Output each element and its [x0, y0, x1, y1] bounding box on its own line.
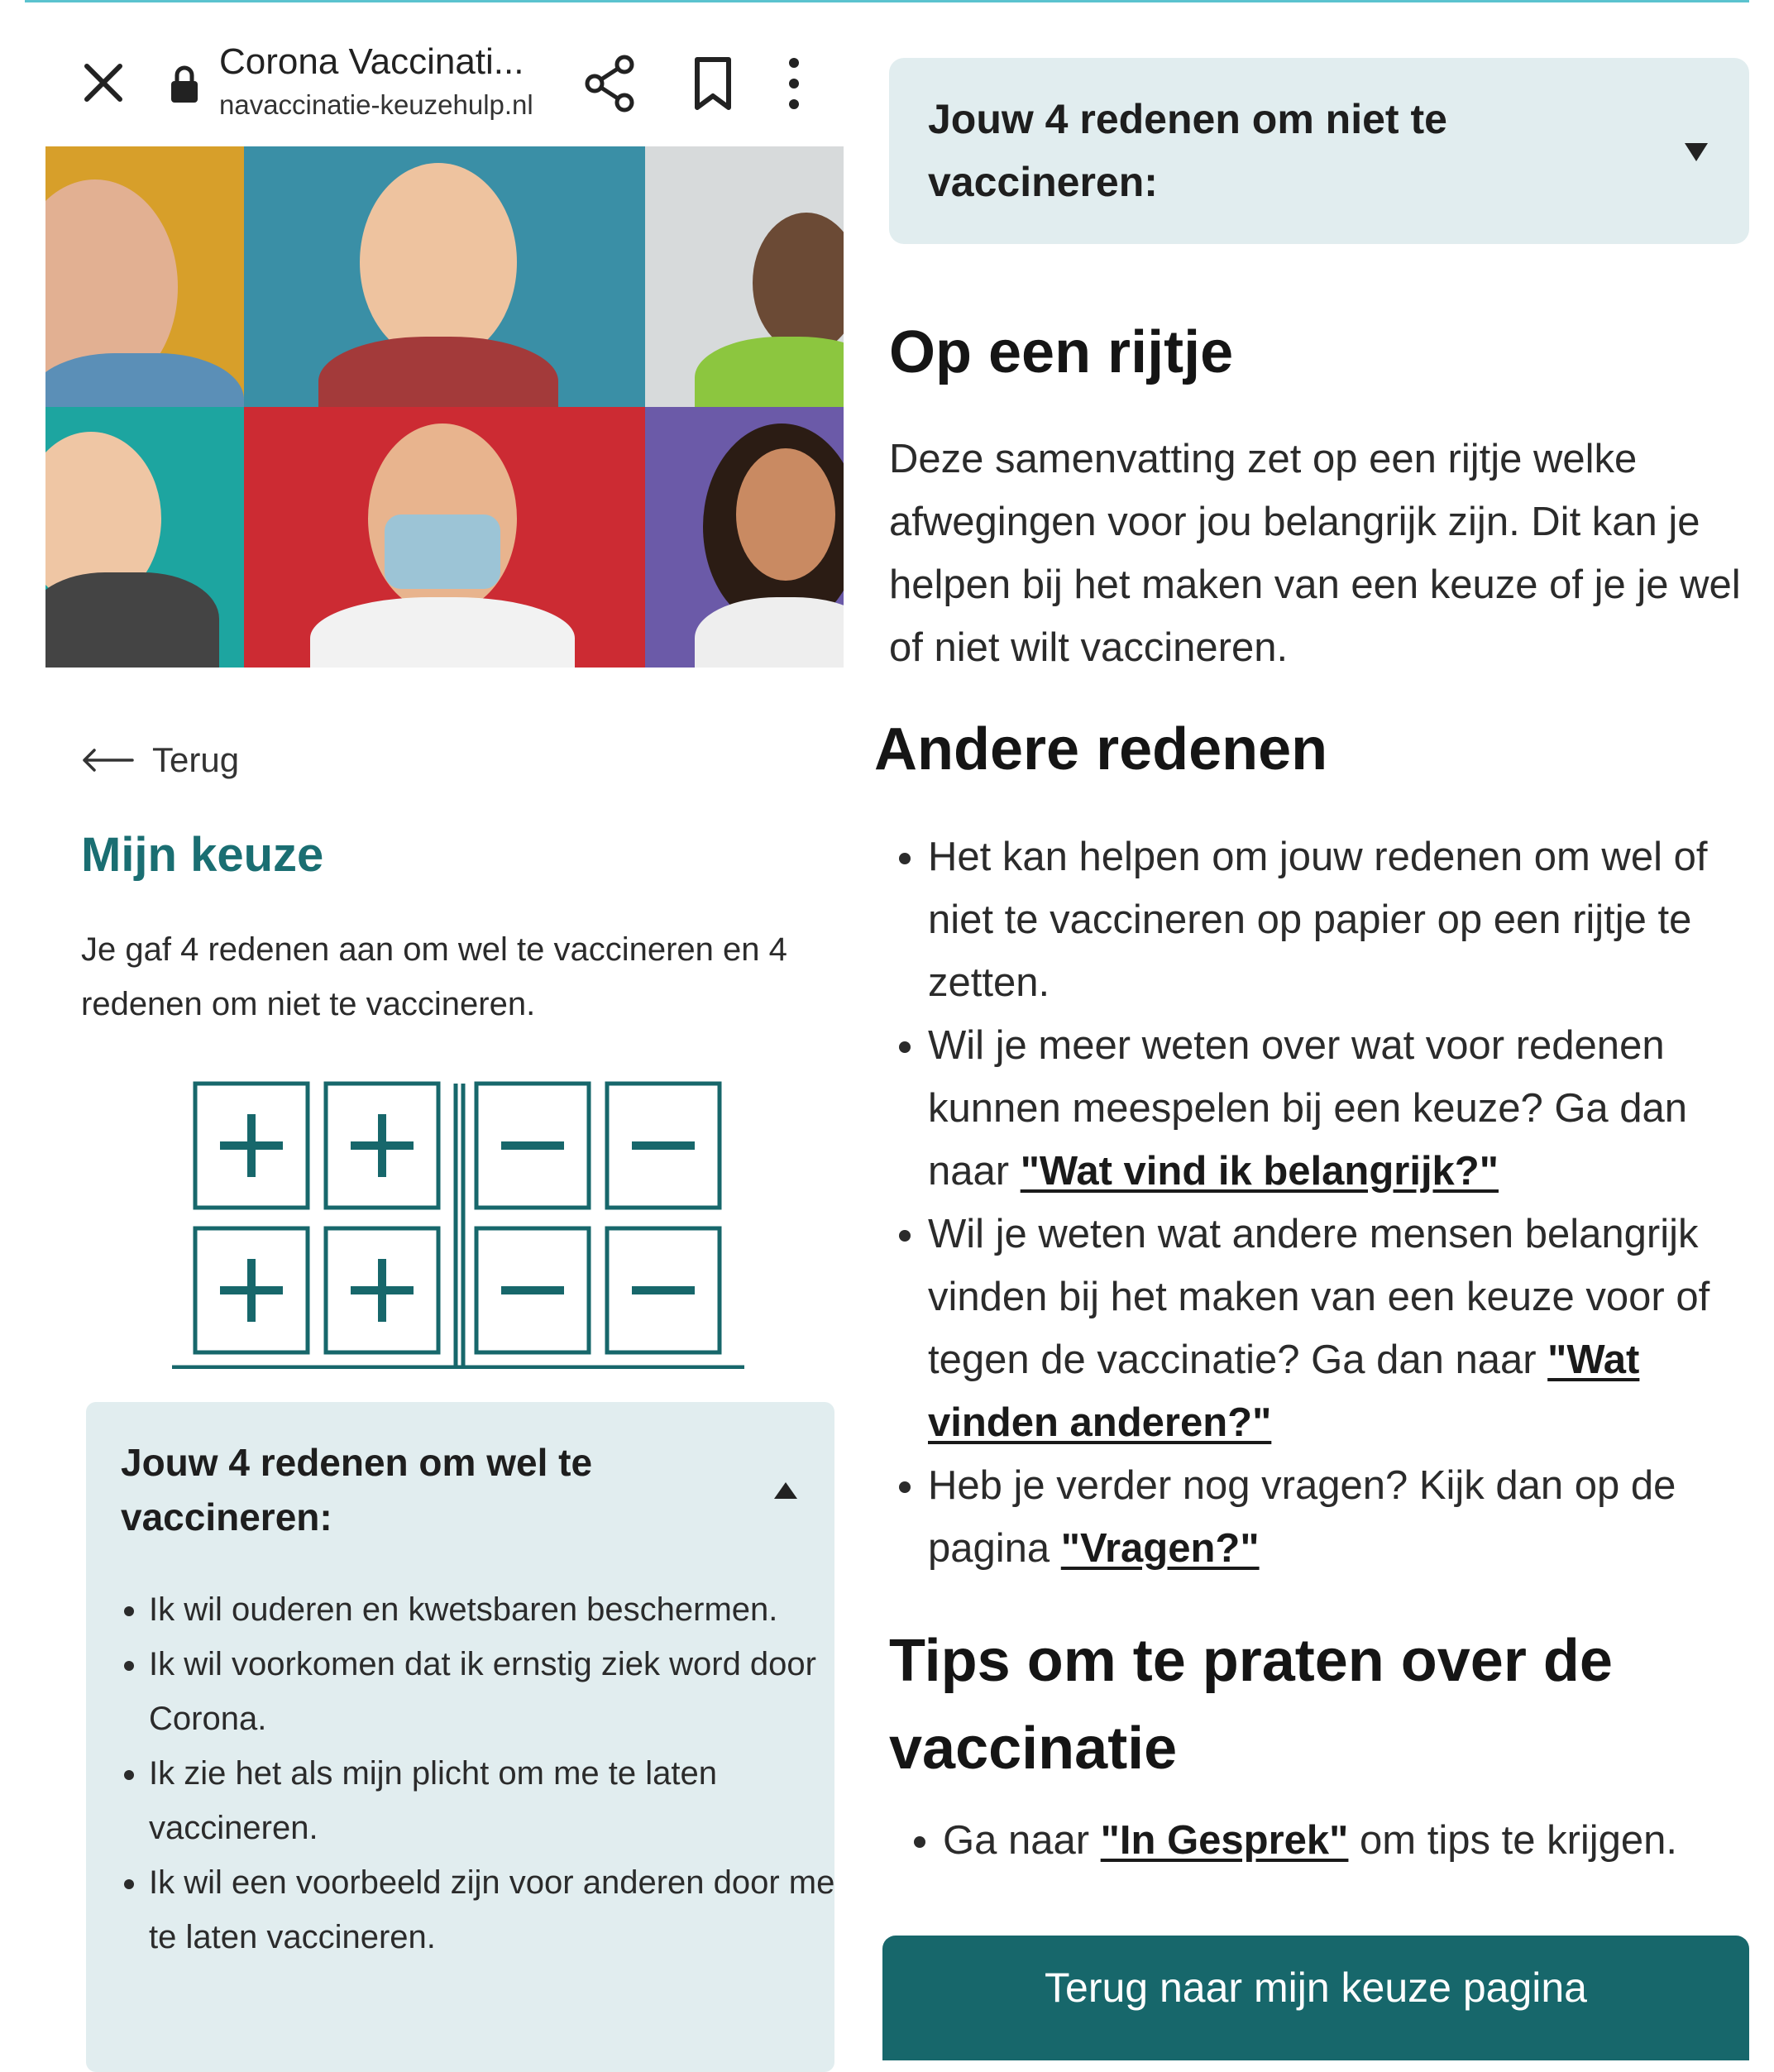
- lock-icon: [171, 65, 198, 103]
- photo-tile: [244, 407, 645, 668]
- intro-text: Je gaf 4 redenen aan om wel te vaccinere…: [81, 931, 787, 1022]
- list-item: Ik wil voorkomen dat ik ernstig ziek wor…: [149, 1637, 835, 1746]
- list-item: Het kan helpen om jouw redenen om wel of…: [928, 825, 1755, 1014]
- link-in-gesprek[interactable]: "In Gesprek": [1101, 1818, 1349, 1863]
- list-item-text: Het kan helpen om jouw redenen om wel of…: [928, 835, 1708, 1005]
- list-item: Ik wil een voorbeeld zijn voor anderen d…: [149, 1855, 835, 1964]
- summary-heading: Op een rijtje: [889, 319, 1234, 385]
- back-to-choice-button[interactable]: Terug naar mijn keuze pagina: [882, 1936, 1749, 2060]
- list-item: Ik wil ouderen en kwetsbaren beschermen.: [149, 1582, 835, 1637]
- page-title: Corona Vaccinati...: [219, 41, 524, 82]
- other-reasons-list: Het kan helpen om jouw redenen om wel of…: [889, 825, 1755, 1580]
- top-accent-line: [25, 0, 1749, 2]
- link-vragen[interactable]: "Vragen?": [1061, 1526, 1260, 1571]
- close-icon[interactable]: [79, 58, 128, 108]
- browser-toolbar: Corona Vaccinati... navaccinatie-keuzehu…: [45, 41, 839, 141]
- more-vert-icon[interactable]: [786, 55, 802, 112]
- photo-tile: [645, 146, 844, 407]
- tips-heading: Tips om te praten over de vaccinatie: [889, 1628, 1613, 1782]
- caret-up-icon[interactable]: [774, 1482, 797, 1499]
- list-item: Ik zie het als mijn plicht om me te late…: [149, 1746, 835, 1855]
- back-label: Terug: [152, 740, 240, 779]
- other-reasons-heading: Andere redenen: [874, 716, 1328, 782]
- section-heading: Mijn keuze: [81, 828, 324, 882]
- list-item: Wil je meer weten over wat voor redenen …: [928, 1014, 1755, 1203]
- list-item-text: Heb je verder nog vragen? Kijk dan op de…: [928, 1463, 1676, 1571]
- caret-down-icon[interactable]: [1685, 143, 1708, 161]
- list-item: Heb je verder nog vragen? Kijk dan op de…: [928, 1454, 1755, 1580]
- summary-text: Deze samenvatting zet op een rijtje welk…: [889, 437, 1741, 670]
- photo-tile: [645, 407, 844, 668]
- accordion-title: Jouw 4 redenen om wel te vaccineren:: [121, 1441, 593, 1538]
- photo-tile: [244, 146, 645, 407]
- reasons-diagram: [172, 1081, 744, 1369]
- list-item: Ga naar "In Gesprek" om tips te krijgen.: [943, 1809, 1770, 1872]
- photo-tile: [45, 146, 244, 407]
- accordion-reasons-pro[interactable]: Jouw 4 redenen om wel te vaccineren: Ik …: [86, 1402, 834, 2072]
- arrow-left-icon: [83, 749, 134, 772]
- hero-image: [45, 146, 844, 668]
- page-url[interactable]: navaccinatie-keuzehulp.nl: [219, 89, 533, 121]
- bookmark-icon[interactable]: [691, 56, 735, 111]
- tips-list: Ga naar "In Gesprek" om tips te krijgen.: [904, 1809, 1770, 1872]
- back-link[interactable]: Terug: [81, 740, 239, 780]
- share-icon[interactable]: [583, 55, 638, 112]
- accordion-title: Jouw 4 redenen om niet te vaccineren:: [928, 96, 1447, 205]
- list-item: Wil je weten wat andere mensen belangrij…: [928, 1203, 1755, 1454]
- link-wat-vind-ik-belangrijk[interactable]: "Wat vind ik belangrijk?": [1021, 1149, 1499, 1194]
- list-item-text: Ga naar: [943, 1818, 1101, 1863]
- photo-tile: [45, 407, 244, 668]
- reasons-list: Ik wil ouderen en kwetsbaren beschermen.…: [119, 1582, 835, 1964]
- list-item-text: om tips te krijgen.: [1348, 1818, 1678, 1863]
- accordion-reasons-con[interactable]: Jouw 4 redenen om niet te vaccineren:: [889, 58, 1749, 244]
